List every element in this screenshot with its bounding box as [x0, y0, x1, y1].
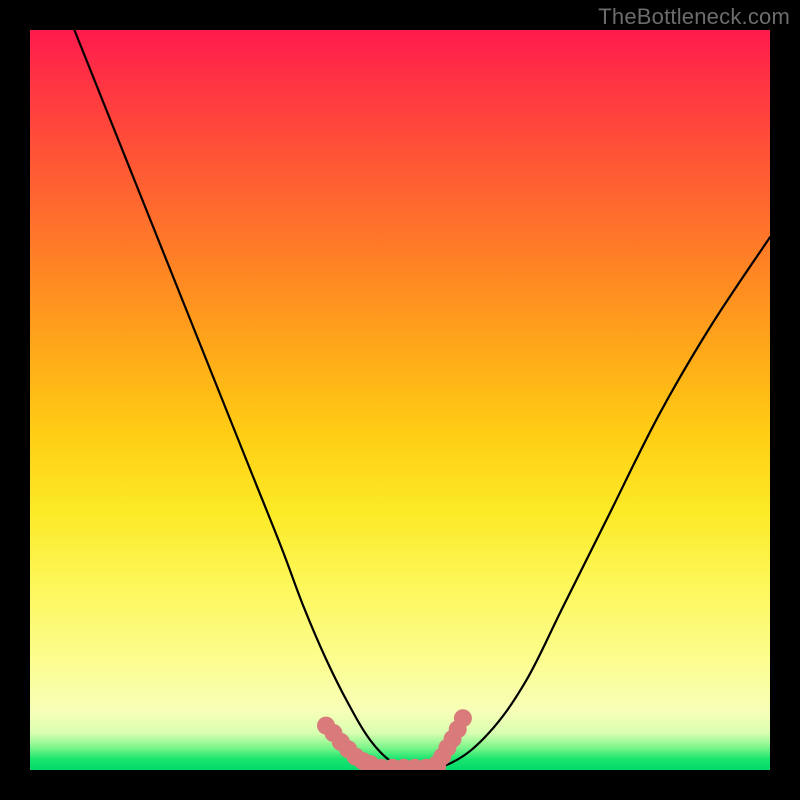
- chart-frame: TheBottleneck.com: [0, 0, 800, 800]
- marker-dot: [449, 720, 467, 738]
- marker-dot: [317, 717, 335, 735]
- marker-dot: [347, 748, 365, 766]
- marker-dot: [384, 759, 402, 770]
- curve-svg: [30, 30, 770, 770]
- marker-dot: [433, 748, 451, 766]
- marker-dot: [406, 759, 424, 770]
- marker-dot: [361, 758, 379, 770]
- marker-cluster-left: [317, 717, 379, 770]
- marker-dot: [417, 759, 435, 770]
- marker-dot: [354, 752, 372, 770]
- marker-dot: [454, 709, 472, 727]
- marker-dot: [428, 755, 446, 770]
- plot-area: [30, 30, 770, 770]
- marker-dot: [395, 759, 413, 770]
- marker-dot: [332, 733, 350, 751]
- bottleneck-curve: [74, 30, 770, 770]
- marker-dot: [361, 755, 379, 770]
- marker-dot: [339, 740, 357, 758]
- marker-dot: [373, 759, 391, 770]
- marker-cluster-floor: [361, 758, 446, 770]
- marker-dot: [324, 724, 342, 742]
- marker-cluster-right: [428, 709, 472, 770]
- watermark-text: TheBottleneck.com: [598, 4, 790, 30]
- marker-dot: [428, 758, 446, 770]
- marker-dot: [438, 739, 456, 757]
- marker-dot: [444, 730, 462, 748]
